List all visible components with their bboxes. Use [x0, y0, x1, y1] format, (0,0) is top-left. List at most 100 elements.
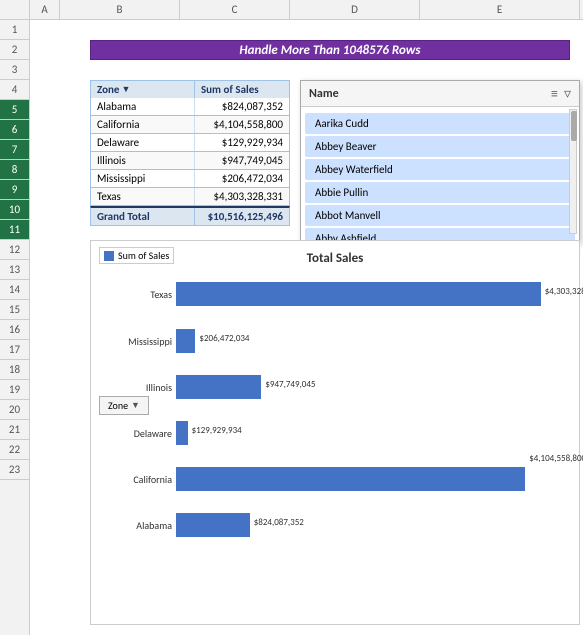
bar-track-alabama: $824,087,352 — [176, 513, 564, 537]
row-15: 15 — [0, 300, 29, 320]
bar-value-delaware: $129,929,934 — [192, 425, 242, 436]
bar-value-mississippi: $206,472,034 — [199, 333, 249, 344]
pivot-sales-cell: $129,929,934 — [195, 134, 289, 151]
bar-fill-mississippi — [176, 329, 195, 353]
bar-value-alabama: $824,087,352 — [254, 517, 304, 528]
pivot-sales-cell: $4,303,328,331 — [195, 188, 289, 205]
spreadsheet: A B C D E 1 2 3 4 5 6 7 8 9 10 11 12 13 … — [0, 0, 583, 635]
pivot-zone-cell: Illinois — [91, 152, 195, 169]
bar-fill-alabama — [176, 513, 250, 537]
zone-filter-button[interactable]: Zone ▼ — [99, 396, 149, 415]
bar-fill-texas — [176, 282, 541, 306]
pivot-sales-cell: $947,749,045 — [195, 152, 289, 169]
filter-clear-icon[interactable]: ▿ — [564, 85, 571, 102]
row-2: 2 — [0, 40, 29, 60]
bar-label-delaware: Delaware — [98, 427, 172, 440]
pivot-sales-header: Sum of Sales — [195, 81, 289, 98]
filter-dropdown-icon[interactable]: ▼ — [121, 84, 130, 95]
pivot-data-row: Alabama $824,087,352 — [90, 98, 290, 116]
pivot-zone-cell: Alabama — [91, 98, 195, 115]
filter-item-3[interactable]: Abbie Pullin — [305, 182, 575, 203]
pivot-zone-header: Zone ▼ — [91, 81, 195, 98]
row-1: 1 — [0, 20, 29, 40]
bar-value-california: $4,104,558,800 — [529, 453, 583, 464]
filter-item-4[interactable]: Abbot Manvell — [305, 205, 575, 226]
chart-area: Sum of Sales Zone ▼ Total Sales Texas — [90, 240, 580, 625]
bar-label-texas: Texas — [98, 288, 172, 301]
pivot-data-row: California $4,104,558,800 — [90, 116, 290, 134]
bar-track-delaware: $129,929,934 — [176, 421, 564, 445]
title-banner: Handle More Than 1048576 Rows — [90, 40, 570, 60]
col-c: C — [180, 0, 290, 19]
pivot-total-label: Grand Total — [91, 208, 195, 225]
filter-dropdown-box[interactable]: Name ≡ ▿ Aarika Cudd Abbey Beaver Abbey … — [300, 80, 580, 243]
row-20: 20 — [0, 400, 29, 420]
grid-body: 1 2 3 4 5 6 7 8 9 10 11 12 13 14 15 16 1… — [0, 20, 583, 635]
col-a: A — [30, 0, 60, 19]
row-13: 13 — [0, 260, 29, 280]
pivot-data-row: Texas $4,303,328,331 — [90, 188, 290, 206]
chart-legend: Sum of Sales — [99, 247, 174, 264]
bar-track-mississippi: $206,472,034 — [176, 329, 564, 353]
row-14: 14 — [0, 280, 29, 300]
filter-scrollbar-thumb[interactable] — [571, 111, 577, 141]
filter-icon-group: ≡ ▿ — [551, 85, 571, 102]
row-6: 6 — [0, 120, 29, 140]
bar-row-mississippi: Mississippi $206,472,034 — [176, 318, 564, 364]
pivot-data-row: Illinois $947,749,045 — [90, 152, 290, 170]
bar-chart: Texas $4,303,328,331 Mississippi $206,47… — [176, 270, 564, 570]
zone-dropdown-arrow: ▼ — [131, 400, 140, 411]
row-9: 9 — [0, 180, 29, 200]
bar-row-delaware: Delaware $129,929,934 — [176, 410, 564, 456]
bar-fill-delaware — [176, 421, 188, 445]
row-16: 16 — [0, 320, 29, 340]
legend-color — [104, 251, 114, 261]
row-4: 4 — [0, 80, 29, 100]
row-21: 21 — [0, 420, 29, 440]
bar-track-illinois: $947,749,045 — [176, 375, 564, 399]
legend-label: Sum of Sales — [118, 249, 169, 262]
bar-track-california: $4,104,558,800 — [176, 467, 564, 491]
row-8: 8 — [0, 160, 29, 180]
row-numbers: 1 2 3 4 5 6 7 8 9 10 11 12 13 14 15 16 1… — [0, 20, 30, 635]
bar-label-california: California — [98, 473, 172, 486]
filter-scrollbar[interactable] — [569, 109, 577, 234]
pivot-sales-cell: $4,104,558,800 — [195, 116, 289, 133]
pivot-zone-cell: California — [91, 116, 195, 133]
bar-label-alabama: Alabama — [98, 519, 172, 532]
column-headers: A B C D E — [0, 0, 583, 20]
row-10: 10 — [0, 200, 29, 220]
filter-header: Name ≡ ▿ — [301, 81, 579, 107]
pivot-total-value: $10,516,125,496 — [195, 208, 289, 225]
pivot-total-row: Grand Total $10,516,125,496 — [90, 206, 290, 226]
pivot-zone-cell: Delaware — [91, 134, 195, 151]
filter-title: Name — [309, 87, 339, 101]
pivot-header: Zone ▼ Sum of Sales — [90, 80, 290, 98]
filter-item-2[interactable]: Abbey Waterfield — [305, 159, 575, 180]
row-7: 7 — [0, 140, 29, 160]
filter-list: Aarika Cudd Abbey Beaver Abbey Waterfiel… — [301, 107, 579, 242]
row-23: 23 — [0, 460, 29, 480]
bar-value-texas: $4,303,328,331 — [545, 286, 583, 297]
row-5: 5 — [0, 100, 29, 120]
pivot-zone-cell: Mississippi — [91, 170, 195, 187]
chart-legend-item: Sum of Sales — [99, 247, 174, 264]
filter-item-1[interactable]: Abbey Beaver — [305, 136, 575, 157]
row-17: 17 — [0, 340, 29, 360]
bar-value-illinois: $947,749,045 — [265, 379, 315, 390]
row-3: 3 — [0, 60, 29, 80]
filter-list-icon[interactable]: ≡ — [551, 85, 558, 102]
row-12: 12 — [0, 240, 29, 260]
filter-item-0[interactable]: Aarika Cudd — [305, 113, 575, 134]
bar-fill-california — [176, 467, 525, 491]
row-22: 22 — [0, 440, 29, 460]
pivot-data-row: Mississippi $206,472,034 — [90, 170, 290, 188]
col-b: B — [60, 0, 180, 19]
grid-content: Handle More Than 1048576 Rows Zone ▼ Sum… — [30, 20, 583, 635]
bar-fill-illinois — [176, 375, 261, 399]
pivot-table: Zone ▼ Sum of Sales Alabama $824,087,352… — [90, 80, 290, 226]
pivot-data-row: Delaware $129,929,934 — [90, 134, 290, 152]
bar-row-illinois: Illinois $947,749,045 — [176, 364, 564, 410]
bar-row-texas: Texas $4,303,328,331 — [176, 270, 564, 318]
bar-track-texas: $4,303,328,331 — [176, 282, 564, 306]
